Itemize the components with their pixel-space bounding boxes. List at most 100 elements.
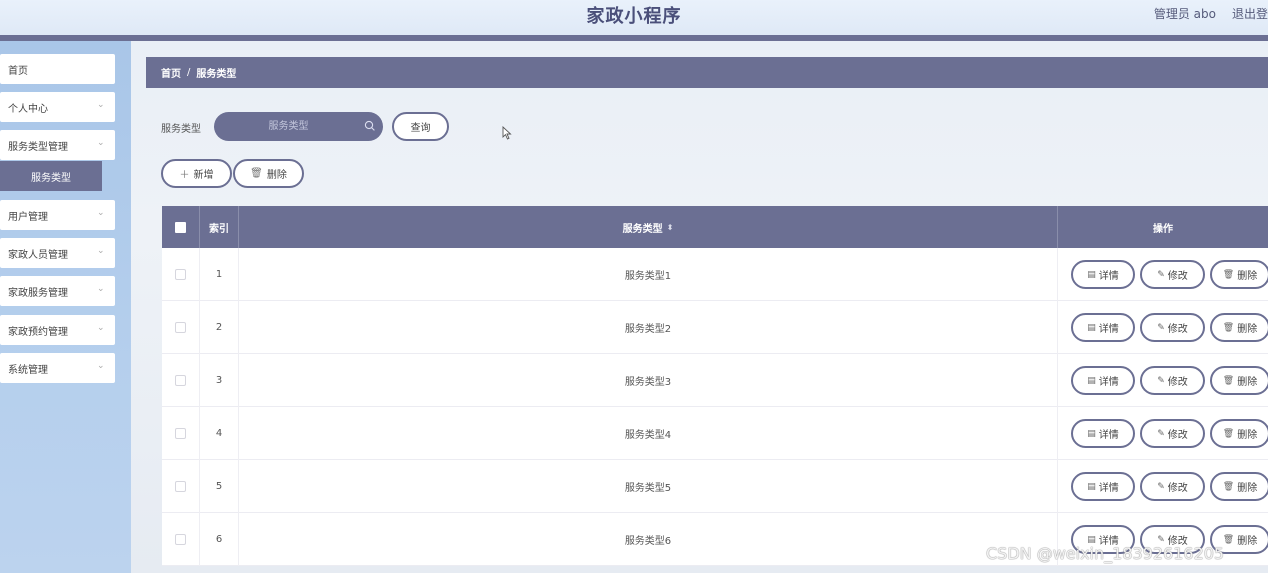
row-select[interactable]	[162, 460, 199, 513]
table-header: 索引 服务类型 ⬍ 操作	[162, 206, 1268, 248]
delete-button[interactable]: 🗑 删除	[1210, 472, 1268, 501]
pencil-icon: ✎	[1157, 375, 1165, 386]
edit-button-label: 修改	[1167, 430, 1188, 441]
row-checkbox[interactable]	[175, 322, 186, 333]
column-header-type-label: 服务类型	[622, 223, 663, 235]
delete-button-label: 删除	[1237, 377, 1258, 388]
select-all-checkbox[interactable]	[175, 221, 186, 233]
search-label: 服务类型	[161, 124, 201, 135]
sidebar-subitem-service-type[interactable]: 服务类型	[0, 161, 102, 191]
detail-button[interactable]: ▤ 详情	[1071, 313, 1135, 342]
sidebar-item-service-type-mgmt[interactable]: 服务类型管理 ⌄	[0, 130, 115, 160]
document-icon: ▤	[1087, 481, 1096, 492]
sidebar-item-profile[interactable]: 个人中心 ⌄	[0, 92, 115, 122]
row-select[interactable]	[162, 248, 199, 301]
header-select-all[interactable]	[162, 206, 199, 248]
batch-delete-button[interactable]: 🗑 删除	[233, 159, 304, 188]
search-input[interactable]	[214, 112, 383, 141]
pencil-icon: ✎	[1157, 428, 1165, 439]
row-index-value: 1	[215, 269, 223, 280]
sidebar-item-services[interactable]: 家政服务管理 ⌄	[0, 276, 115, 306]
delete-button-label: 删除	[1237, 483, 1258, 494]
row-type: 服务类型2	[239, 301, 1057, 354]
detail-button-label: 详情	[1098, 430, 1119, 441]
delete-button[interactable]: 🗑 删除	[1210, 260, 1268, 289]
sidebar-item-staff[interactable]: 家政人员管理 ⌄	[0, 238, 115, 268]
logout-link[interactable]: 退出登录	[1232, 5, 1268, 22]
row-checkbox[interactable]	[175, 269, 186, 280]
detail-button[interactable]: ▤ 详情	[1071, 419, 1135, 448]
delete-button[interactable]: 🗑 删除	[1210, 366, 1268, 395]
detail-button[interactable]: ▤ 详情	[1071, 260, 1135, 289]
column-header-actions-label: 操作	[1153, 223, 1173, 235]
delete-button[interactable]: 🗑 删除	[1210, 313, 1268, 342]
sidebar-item-label: 服务类型	[31, 172, 71, 184]
row-index-value: 2	[215, 322, 223, 333]
edit-button[interactable]: ✎ 修改	[1140, 260, 1205, 289]
sidebar-item-system[interactable]: 系统管理 ⌄	[0, 353, 115, 383]
mouse-cursor-icon	[502, 126, 512, 140]
document-icon: ▤	[1087, 428, 1096, 439]
detail-button-label: 详情	[1098, 483, 1119, 494]
row-type-value: 服务类型5	[624, 483, 672, 494]
document-icon: ▤	[1087, 322, 1096, 333]
cell-divider	[1057, 301, 1058, 354]
edit-button[interactable]: ✎ 修改	[1140, 472, 1205, 501]
search-icon	[364, 120, 375, 131]
delete-button-label: 删除	[1237, 271, 1258, 282]
table-row: 5 服务类型5 ▤ 详情 ✎ 修改 🗑 删除	[162, 460, 1268, 513]
row-checkbox[interactable]	[175, 481, 186, 492]
chevron-down-icon: ⌄	[97, 100, 105, 110]
edit-button[interactable]: ✎ 修改	[1140, 366, 1205, 395]
service-type-table: 索引 服务类型 ⬍ 操作 1 服务类型1 ▤ 详情 ✎ 修改 🗑 删除 2 服务类型2 ▤ 详情 ✎ 修改…	[162, 206, 1268, 566]
cell-divider	[1057, 407, 1058, 460]
row-checkbox[interactable]	[175, 534, 186, 545]
plus-icon: ＋	[179, 170, 190, 181]
row-index-value: 5	[215, 481, 223, 492]
column-header-type[interactable]: 服务类型 ⬍	[239, 206, 1057, 248]
row-type: 服务类型3	[239, 354, 1057, 407]
trash-icon: 🗑	[1222, 481, 1235, 492]
row-select[interactable]	[162, 354, 199, 407]
chevron-down-icon: ⌄	[97, 208, 105, 218]
pencil-icon: ✎	[1157, 534, 1165, 545]
row-select[interactable]	[162, 407, 199, 460]
row-select[interactable]	[162, 513, 199, 566]
sidebar-item-label: 个人中心	[8, 103, 48, 115]
trash-icon: 🗑	[1222, 269, 1235, 280]
breadcrumb-home[interactable]: 首页	[161, 65, 181, 80]
sidebar-item-home[interactable]: 首页	[0, 54, 115, 84]
trash-icon: 🗑	[1222, 322, 1235, 333]
sidebar-item-label: 系统管理	[8, 364, 48, 376]
row-select[interactable]	[162, 301, 199, 354]
chevron-down-icon: ⌄	[97, 246, 105, 256]
sidebar-item-bookings[interactable]: 家政预约管理 ⌄	[0, 315, 115, 345]
delete-button[interactable]: 🗑 删除	[1210, 419, 1268, 448]
chevron-down-icon: ⌄	[97, 138, 105, 148]
edit-button-label: 修改	[1167, 483, 1188, 494]
sidebar-item-users[interactable]: 用户管理 ⌄	[0, 200, 115, 230]
document-icon: ▤	[1087, 269, 1096, 280]
column-header-actions: 操作	[1058, 206, 1268, 248]
detail-button[interactable]: ▤ 详情	[1071, 366, 1135, 395]
row-index: 3	[200, 354, 238, 407]
edit-button[interactable]: ✎ 修改	[1140, 313, 1205, 342]
header-divider	[0, 35, 1268, 41]
row-type: 服务类型1	[239, 248, 1057, 301]
row-index: 1	[200, 248, 238, 301]
add-button[interactable]: ＋ 新增	[161, 159, 232, 188]
query-button[interactable]: 查询	[392, 112, 449, 141]
document-icon: ▤	[1087, 375, 1096, 386]
row-type: 服务类型6	[239, 513, 1057, 566]
sort-icon[interactable]: ⬍	[667, 223, 674, 232]
row-checkbox[interactable]	[175, 428, 186, 439]
detail-button[interactable]: ▤ 详情	[1071, 472, 1135, 501]
trash-icon: 🗑	[1222, 428, 1235, 439]
row-checkbox[interactable]	[175, 375, 186, 386]
row-index: 5	[200, 460, 238, 513]
edit-button-label: 修改	[1167, 324, 1188, 335]
delete-button-label: 删除	[1237, 430, 1258, 441]
breadcrumb-separator: /	[187, 67, 191, 78]
edit-button[interactable]: ✎ 修改	[1140, 419, 1205, 448]
row-index-value: 4	[215, 428, 223, 439]
